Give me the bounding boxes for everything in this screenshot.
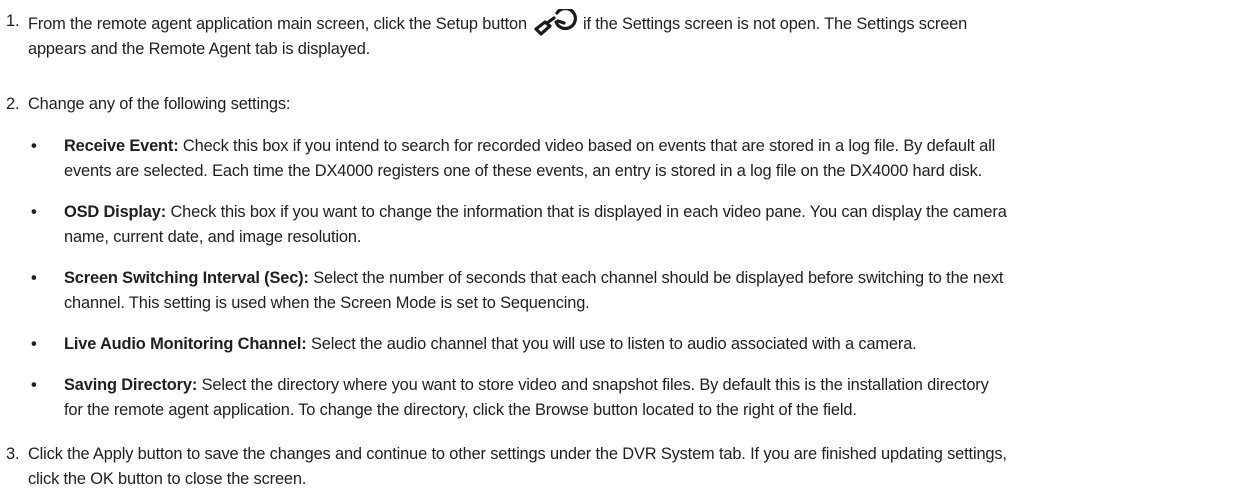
step-line: click the OK button to close the screen.	[28, 470, 307, 488]
bullet-text: Screen Switching Interval (Sec): Select …	[64, 266, 1244, 316]
bullet-dot: •	[31, 269, 37, 287]
bullet-term: OSD Display:	[64, 203, 167, 221]
instruction-document: 1. From the remote agent application mai…	[0, 0, 1254, 501]
bullet-term: Live Audio Monitoring Channel:	[64, 335, 307, 353]
bullet-text: Live Audio Monitoring Channel: Select th…	[64, 332, 1244, 357]
bullet-line: channel. This setting is used when the S…	[64, 294, 590, 312]
step-text-after-icon: if the Settings screen is not open. The …	[582, 15, 968, 33]
step-text: From the remote agent application main s…	[28, 9, 1240, 62]
bullet-text: OSD Display: Check this box if you want …	[64, 200, 1244, 250]
step-line: From the remote agent application main s…	[28, 9, 1240, 37]
setup-wrench-icon	[531, 9, 577, 37]
bullet-term: Saving Directory:	[64, 376, 198, 394]
step-number: 1.	[6, 12, 20, 30]
bullet-description: Select the directory where you want to s…	[201, 376, 989, 394]
bullet-dot: •	[31, 137, 37, 155]
bullet-line: events are selected. Each time the DX400…	[64, 162, 983, 180]
bullet-line: Live Audio Monitoring Channel: Select th…	[64, 332, 1244, 357]
bullet-term: Screen Switching Interval (Sec):	[64, 269, 309, 287]
bullet-dot: •	[31, 203, 37, 221]
step-text: Change any of the following settings:	[28, 92, 1240, 117]
bullet-description: Select the number of seconds that each c…	[313, 269, 1004, 287]
step-text-before-icon: From the remote agent application main s…	[28, 15, 527, 33]
step-number: 3.	[6, 445, 20, 463]
bullet-text: Receive Event: Check this box if you int…	[64, 134, 1244, 184]
bullet-description: Check this box if you want to change the…	[170, 203, 1007, 221]
step-line: Change any of the following settings:	[28, 95, 291, 113]
step-text: Click the Apply button to save the chang…	[28, 442, 1240, 492]
bullet-line: Screen Switching Interval (Sec): Select …	[64, 266, 1244, 291]
bullet-line: Receive Event: Check this box if you int…	[64, 134, 1244, 159]
bullet-line: name, current date, and image resolution…	[64, 228, 362, 246]
bullet-dot: •	[31, 376, 37, 394]
bullet-line: Saving Directory: Select the directory w…	[64, 373, 1244, 398]
bullet-description: Select the audio channel that you will u…	[310, 335, 917, 353]
step-line: Click the Apply button to save the chang…	[28, 445, 1007, 463]
bullet-description: Check this box if you intend to search f…	[182, 137, 996, 155]
step-line: appears and the Remote Agent tab is disp…	[28, 40, 371, 58]
bullet-dot: •	[31, 335, 37, 353]
bullet-line: for the remote agent application. To cha…	[64, 401, 857, 419]
bullet-line: OSD Display: Check this box if you want …	[64, 200, 1244, 225]
step-number: 2.	[6, 95, 20, 113]
bullet-term: Receive Event:	[64, 137, 179, 155]
bullet-text: Saving Directory: Select the directory w…	[64, 373, 1244, 423]
